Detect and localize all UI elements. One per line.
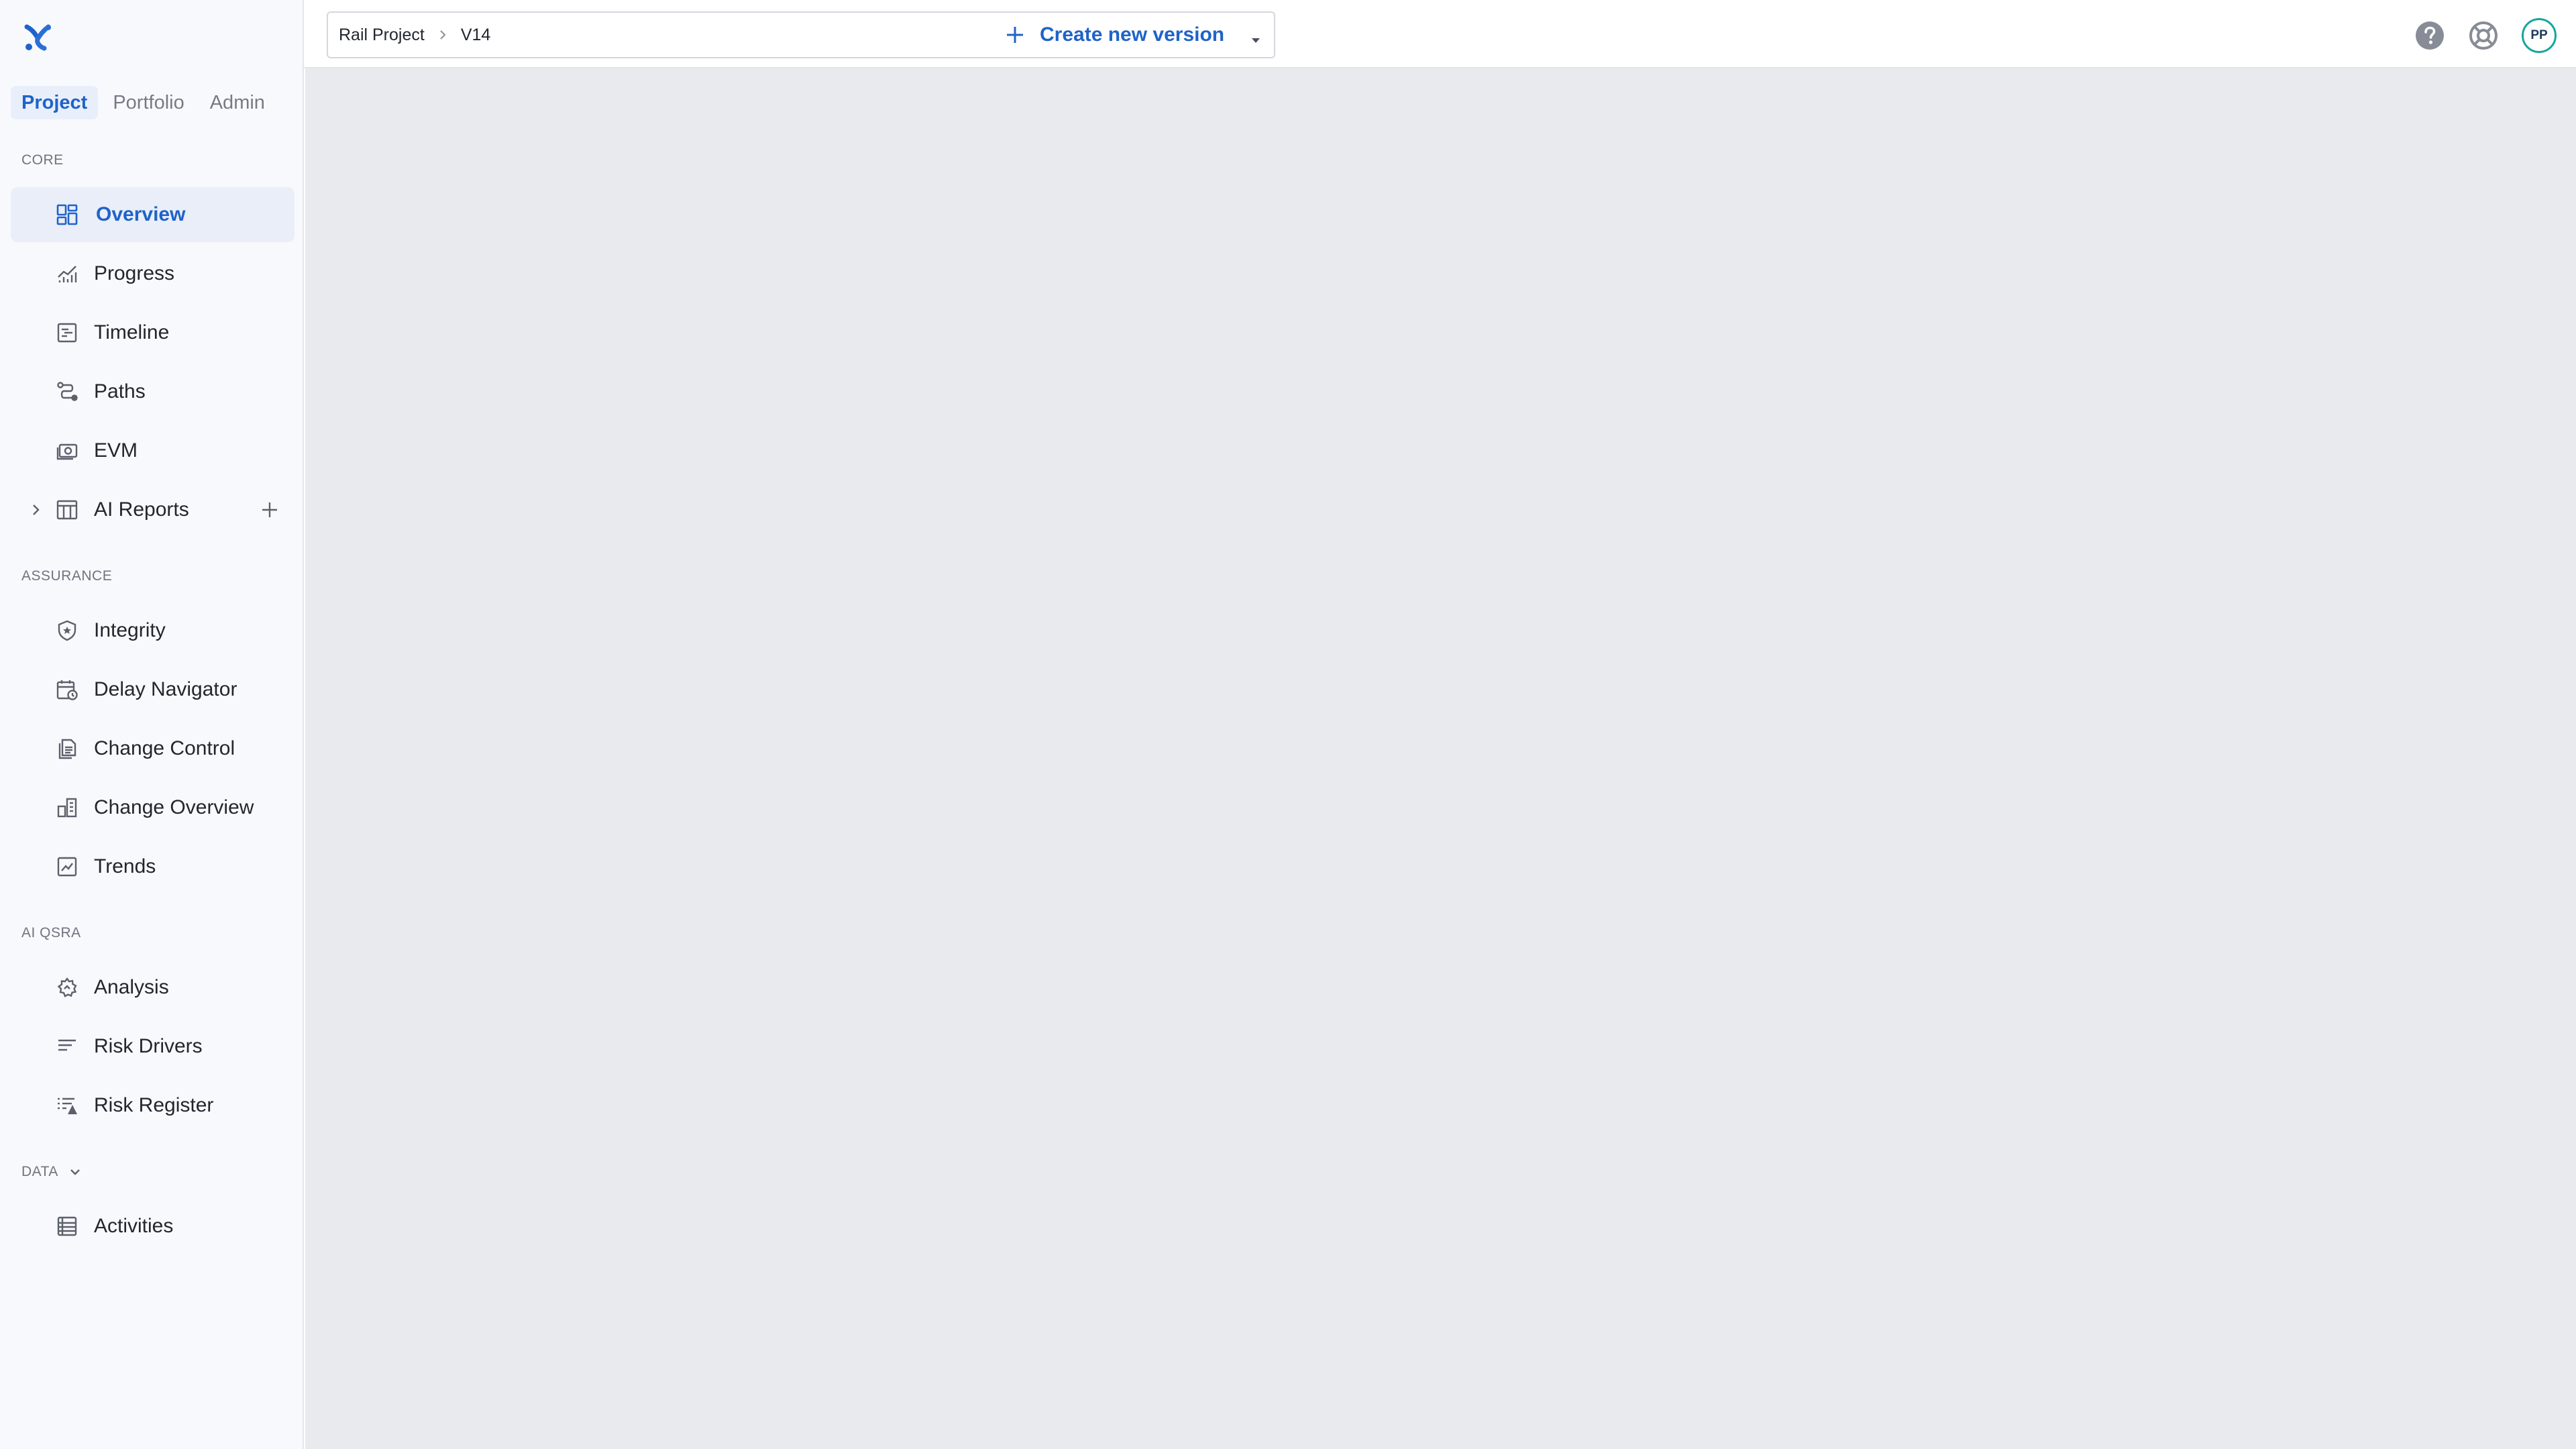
dashboard-icon bbox=[55, 203, 79, 227]
sidebar-item-label: Timeline bbox=[94, 321, 170, 343]
sidebar-item-label: Trends bbox=[94, 855, 156, 877]
add-report-plus-icon[interactable] bbox=[260, 500, 280, 520]
progress-chart-icon bbox=[55, 262, 79, 286]
sidebar-item-progress[interactable]: Progress bbox=[11, 246, 294, 301]
user-avatar[interactable]: PP bbox=[2522, 18, 2557, 53]
sidebar-item-change-control[interactable]: Change Control bbox=[11, 721, 294, 776]
top-bar: Rail Project V14 Create new version PP bbox=[304, 0, 2576, 68]
sidebar-item-label: Risk Drivers bbox=[94, 1035, 203, 1057]
tab-portfolio[interactable]: Portfolio bbox=[102, 86, 195, 119]
create-new-version-button[interactable]: Create new version bbox=[1005, 19, 1224, 51]
sidebar-item-label: Change Overview bbox=[94, 796, 254, 818]
app-logo-icon[interactable] bbox=[23, 23, 52, 52]
create-new-version-label: Create new version bbox=[1040, 23, 1225, 46]
chevron-down-icon[interactable] bbox=[68, 1165, 83, 1179]
sidebar-item-ai-reports[interactable]: AI Reports bbox=[11, 482, 294, 537]
sidebar-item-label: Activities bbox=[94, 1215, 174, 1237]
main-content-area bbox=[305, 68, 2576, 1449]
sidebar-item-label: Delay Navigator bbox=[94, 678, 237, 700]
trend-icon bbox=[55, 855, 79, 879]
bars-icon bbox=[55, 1034, 79, 1059]
sidebar-item-risk-drivers[interactable]: Risk Drivers bbox=[11, 1019, 294, 1074]
breadcrumb-project: Rail Project bbox=[339, 25, 425, 44]
section-core-text: CORE bbox=[21, 152, 64, 168]
shield-icon bbox=[55, 619, 79, 643]
sidebar-item-label: AI Reports bbox=[94, 498, 189, 521]
list-warning-icon bbox=[55, 1093, 79, 1118]
help-icon[interactable] bbox=[2414, 20, 2445, 51]
sidebar-item-label: EVM bbox=[94, 439, 138, 462]
sidebar-item-trends[interactable]: Trends bbox=[11, 839, 294, 894]
sidebar-item-integrity[interactable]: Integrity bbox=[11, 603, 294, 658]
section-assurance-text: ASSURANCE bbox=[21, 568, 113, 584]
chevron-right-icon[interactable] bbox=[27, 501, 44, 519]
sidebar-item-paths[interactable]: Paths bbox=[11, 364, 294, 419]
sidebar-item-change-overview[interactable]: Change Overview bbox=[11, 780, 294, 835]
table-icon bbox=[55, 498, 79, 522]
documents-icon bbox=[55, 737, 79, 761]
tab-admin[interactable]: Admin bbox=[199, 86, 276, 119]
sidebar-item-overview[interactable]: Overview bbox=[11, 187, 294, 242]
avatar-initials: PP bbox=[2530, 28, 2548, 42]
caret-down-icon bbox=[1250, 30, 1262, 43]
sidebar-item-delay-navigator[interactable]: Delay Navigator bbox=[11, 662, 294, 717]
section-label-core: CORE bbox=[21, 152, 64, 168]
sidebar-item-label: Change Control bbox=[94, 737, 235, 759]
breadcrumb-version: V14 bbox=[460, 25, 491, 44]
chevron-right-icon bbox=[437, 29, 449, 41]
paths-icon bbox=[55, 380, 79, 404]
money-icon bbox=[55, 439, 79, 463]
sidebar: Project Portfolio Admin CORE Overview Pr… bbox=[0, 0, 304, 1449]
section-label-ai-qsra: AI QSRA bbox=[21, 925, 81, 941]
analysis-icon bbox=[55, 975, 79, 1000]
sidebar-item-risk-register[interactable]: Risk Register bbox=[11, 1078, 294, 1133]
sidebar-item-analysis[interactable]: Analysis bbox=[11, 960, 294, 1015]
timeline-icon bbox=[55, 321, 79, 345]
calendar-clock-icon bbox=[55, 678, 79, 702]
section-label-data[interactable]: DATA bbox=[21, 1164, 83, 1180]
tab-project[interactable]: Project bbox=[11, 86, 99, 119]
sidebar-item-label: Integrity bbox=[94, 619, 166, 641]
sidebar-item-label: Progress bbox=[94, 262, 175, 284]
sidebar-item-label: Risk Register bbox=[94, 1094, 214, 1116]
plus-icon bbox=[1005, 25, 1025, 45]
activities-table-icon bbox=[55, 1214, 79, 1238]
buildings-icon bbox=[55, 796, 79, 820]
nav-tabs: Project Portfolio Admin bbox=[11, 86, 276, 119]
sidebar-item-activities[interactable]: Activities bbox=[11, 1199, 294, 1254]
sidebar-item-label: Paths bbox=[94, 380, 146, 402]
support-lifebuoy-icon[interactable] bbox=[2468, 20, 2499, 51]
sidebar-item-label: Overview bbox=[96, 203, 186, 225]
app-root: Project Portfolio Admin CORE Overview Pr… bbox=[0, 0, 2576, 1449]
section-ai-qsra-text: AI QSRA bbox=[21, 925, 81, 941]
section-label-assurance: ASSURANCE bbox=[21, 568, 112, 584]
sidebar-item-timeline[interactable]: Timeline bbox=[11, 305, 294, 360]
sidebar-item-evm[interactable]: EVM bbox=[11, 423, 294, 478]
sidebar-item-label: Analysis bbox=[94, 976, 169, 998]
section-data-text: DATA bbox=[21, 1164, 58, 1179]
